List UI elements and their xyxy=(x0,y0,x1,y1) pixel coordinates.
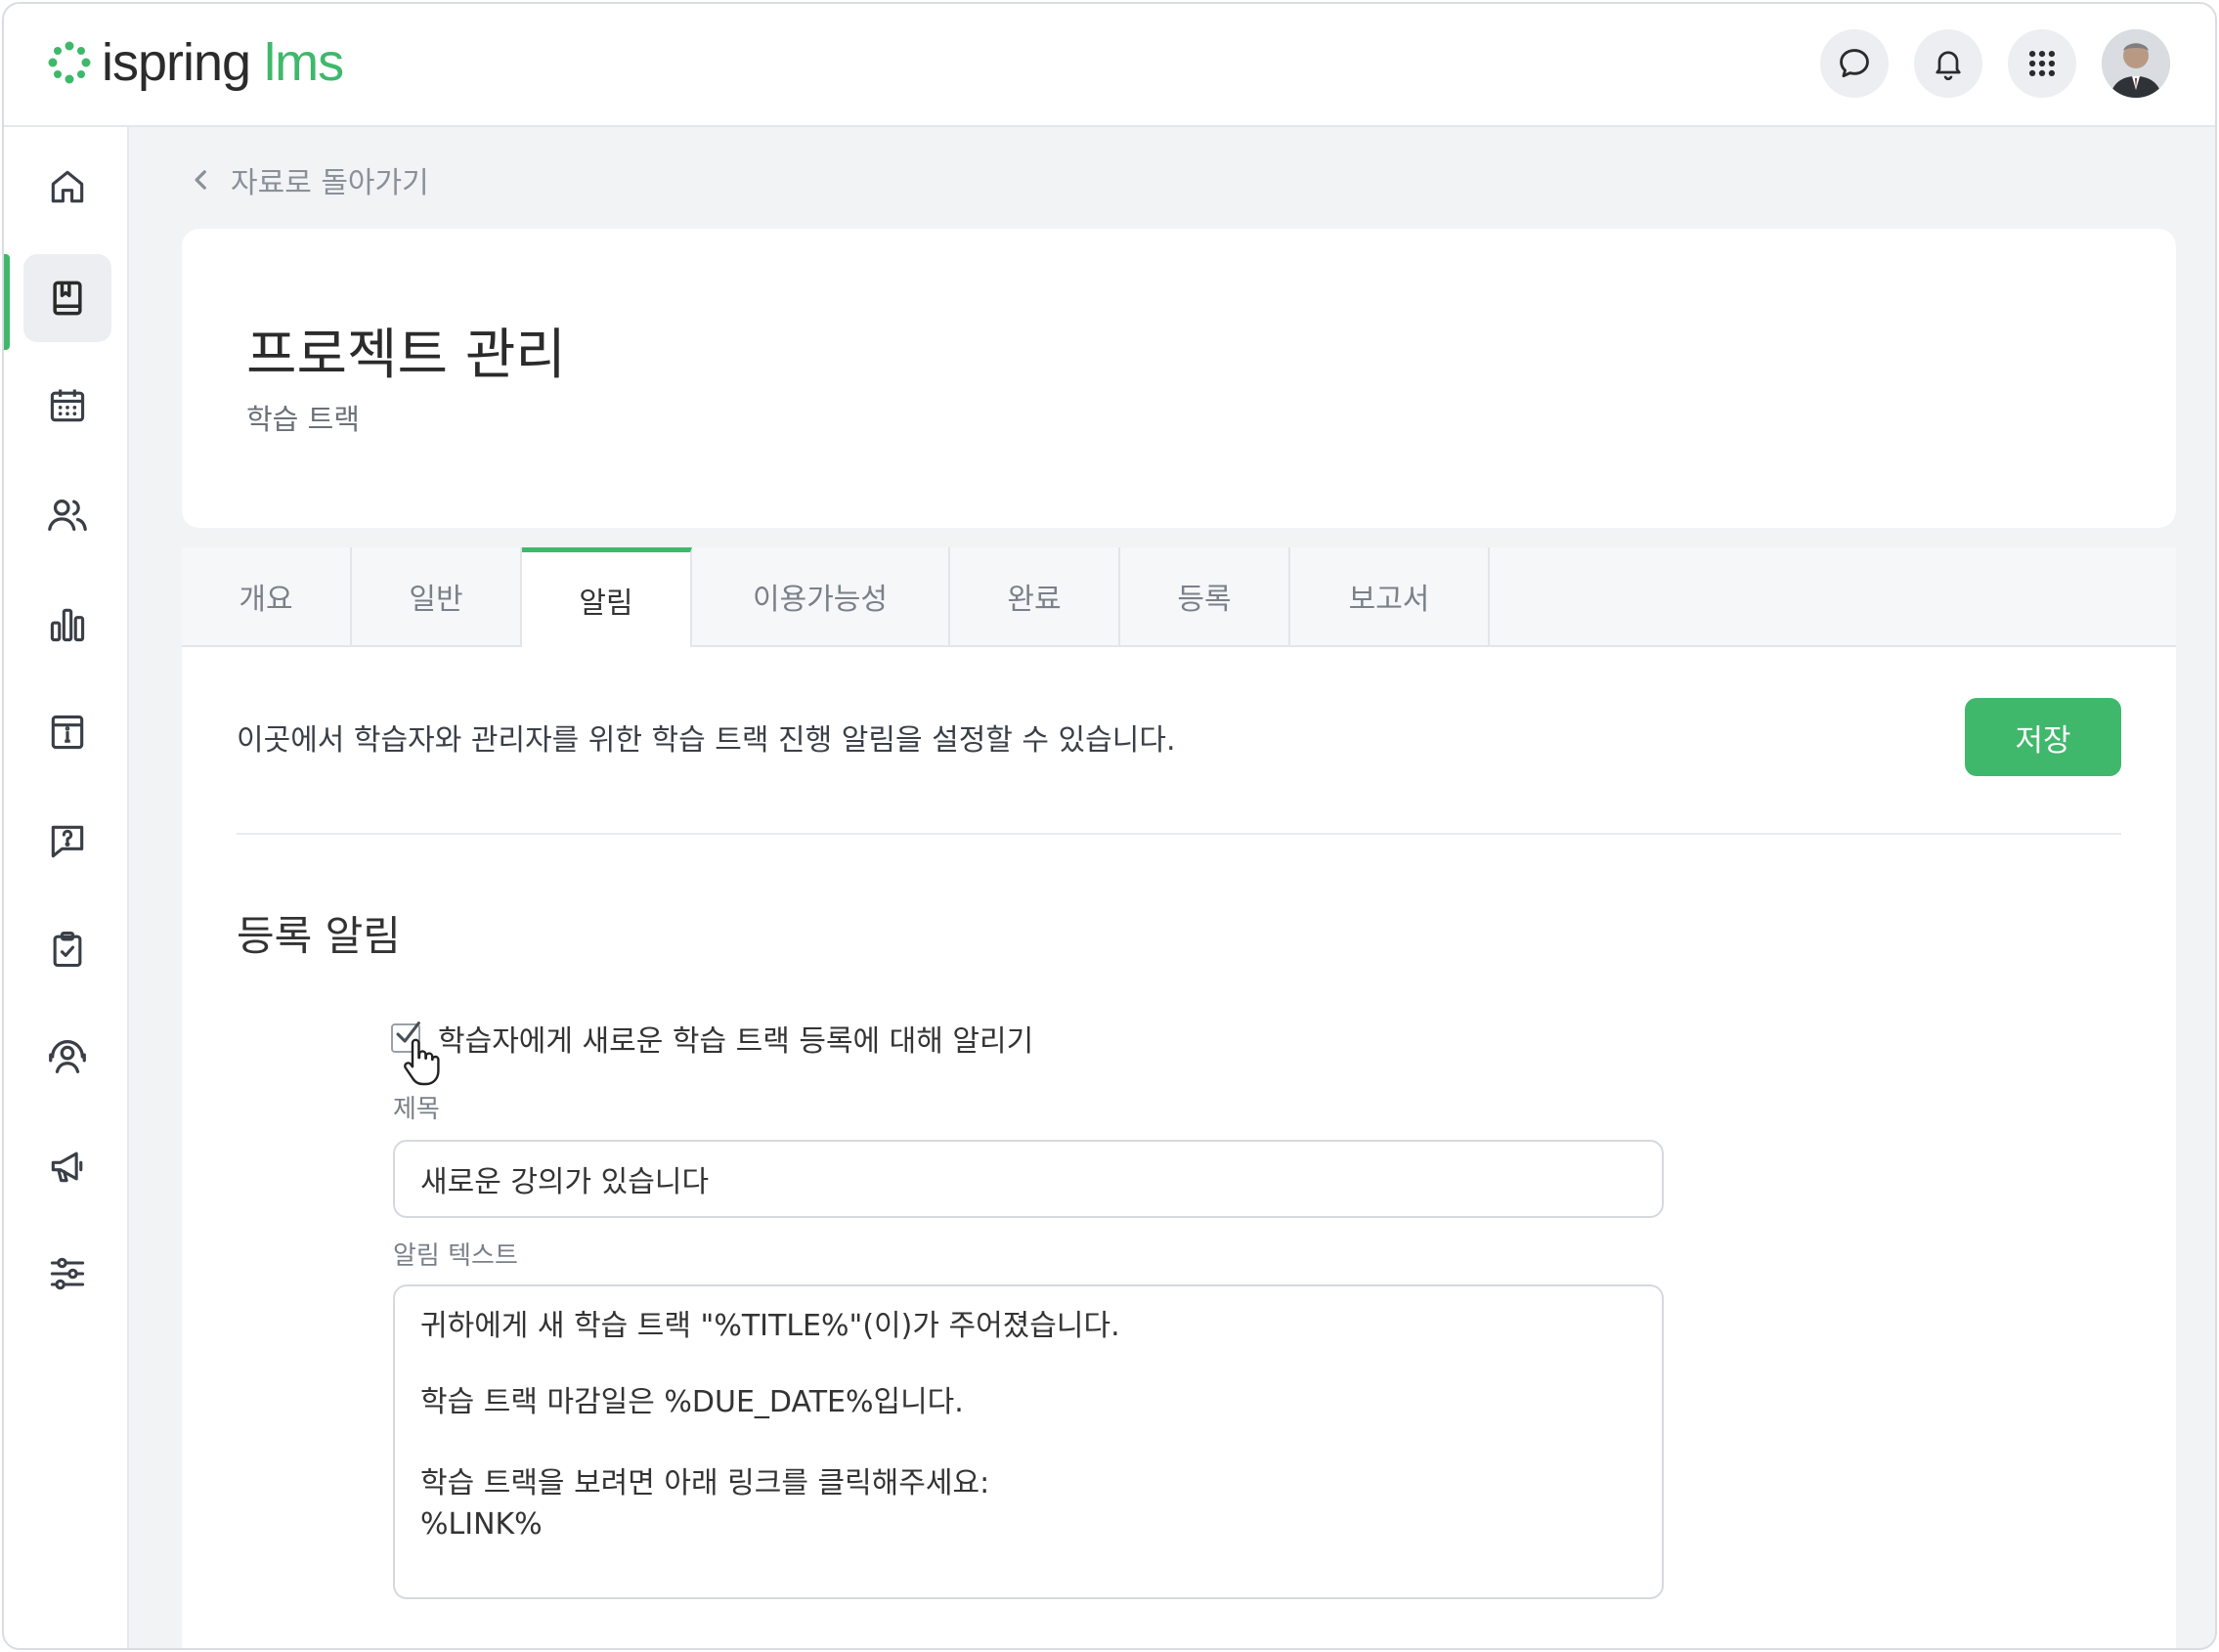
sidebar-item-home[interactable] xyxy=(23,143,111,231)
sidebar-item-help[interactable] xyxy=(23,798,111,886)
hand-cursor-icon xyxy=(404,1038,440,1086)
body-line: 학습 트랙을 보려면 아래 링크를 클릭해주세요: xyxy=(420,1466,990,1500)
clipboard-check-icon xyxy=(53,931,82,968)
page-subtitle: 학습 트랙 xyxy=(246,403,360,436)
apps-button[interactable] xyxy=(2008,29,2076,98)
help-chat-icon xyxy=(51,825,84,858)
tab-label: 개요 xyxy=(239,583,293,617)
tab-label: 등록 xyxy=(1177,583,1232,617)
chat-button[interactable] xyxy=(1820,29,1889,98)
subject-input[interactable]: 새로운 강의가 있습니다 xyxy=(393,1140,1664,1218)
megaphone-icon xyxy=(51,1152,83,1183)
header-card: 프로젝트 관리 학습 트랙 xyxy=(182,229,2176,528)
home-icon xyxy=(51,170,84,203)
calendar-icon xyxy=(50,389,85,422)
tab-availability[interactable]: 이용가능성 xyxy=(692,547,950,645)
tab-bar: 개요 일반 알림 이용가능성 완료 등록 보고서 xyxy=(182,547,2176,647)
sidebar-item-support[interactable] xyxy=(23,1013,111,1101)
subject-label: 제목 xyxy=(393,1095,440,1124)
bar-chart-icon xyxy=(50,608,85,642)
body-line: 학습 트랙 마감일은 %DUE_DATE%입니다. xyxy=(420,1385,964,1419)
save-button[interactable]: 저장 xyxy=(1965,698,2121,776)
tab-notifications[interactable]: 알림 xyxy=(522,547,692,647)
book-icon xyxy=(53,281,82,316)
notifications-intro: 이곳에서 학습자와 관리자를 위한 학습 트랙 진행 알림을 설정할 수 있습니… xyxy=(237,723,1176,758)
users-icon xyxy=(48,499,87,532)
body-line xyxy=(420,1347,1636,1382)
divider xyxy=(237,833,2121,835)
tab-label: 알림 xyxy=(579,586,633,621)
bell-icon xyxy=(1936,51,1961,81)
tab-completion[interactable]: 완료 xyxy=(950,547,1120,645)
tab-general[interactable]: 일반 xyxy=(352,547,522,645)
sidebar-item-announcements[interactable] xyxy=(23,1122,111,1210)
logo[interactable]: ispring lms xyxy=(45,33,344,92)
tab-label: 보고서 xyxy=(1348,583,1430,617)
notify-learner-option[interactable]: 학습자에게 새로운 학습 트랙 등록에 대해 알리기 xyxy=(391,1017,1033,1060)
sliders-icon xyxy=(50,1257,85,1290)
body-line xyxy=(420,1423,1636,1458)
sidebar-item-users[interactable] xyxy=(23,471,111,559)
active-indicator xyxy=(4,254,10,350)
user-avatar[interactable] xyxy=(2102,29,2170,98)
page-title: 프로젝트 관리 xyxy=(246,324,566,387)
sidebar-item-content[interactable] xyxy=(23,254,111,342)
notifications-button[interactable] xyxy=(1914,29,1982,98)
sidebar-item-calendar[interactable] xyxy=(23,362,111,450)
body-line: %LINK% xyxy=(420,1507,543,1542)
section-title: 등록 알림 xyxy=(237,912,401,960)
tab-enrollment[interactable]: 등록 xyxy=(1120,547,1290,645)
back-link-label: 자료로 돌아가기 xyxy=(231,166,429,200)
tab-label: 일반 xyxy=(409,583,463,617)
tab-overview[interactable]: 개요 xyxy=(182,547,352,645)
sidebar-item-assignments[interactable] xyxy=(23,905,111,993)
tab-reports[interactable]: 보고서 xyxy=(1290,547,1490,645)
apps-grid-icon xyxy=(2028,50,2056,77)
tab-label: 이용가능성 xyxy=(753,583,888,617)
subject-value: 새로운 강의가 있습니다 xyxy=(420,1165,710,1199)
notification-text-area[interactable]: 귀하에게 새 학습 트랙 "%TITLE%"(이)가 주어졌습니다. 학습 트랙… xyxy=(393,1284,1664,1599)
body-line: 귀하에게 새 학습 트랙 "%TITLE%"(이)가 주어졌습니다. xyxy=(420,1309,1120,1343)
logo-text: ispring xyxy=(102,33,251,92)
top-bar: ispring lms xyxy=(4,4,2215,127)
sidebar xyxy=(4,127,129,1648)
logo-mark-icon xyxy=(48,41,91,84)
sidebar-item-reports[interactable] xyxy=(23,581,111,669)
chat-icon xyxy=(1840,49,1869,78)
body-label: 알림 텍스트 xyxy=(393,1241,518,1271)
user-photo-icon xyxy=(2102,29,2170,98)
content-card: 개요 일반 알림 이용가능성 완료 등록 보고서 이곳에서 학습자와 관리자를 … xyxy=(182,547,2176,1648)
tab-label: 완료 xyxy=(1007,583,1062,617)
sidebar-item-settings[interactable] xyxy=(23,1230,111,1318)
top-actions xyxy=(1820,29,2170,98)
logo-suffix: lms xyxy=(264,33,344,92)
back-link[interactable]: 자료로 돌아가기 xyxy=(192,158,429,201)
chevron-left-icon xyxy=(195,170,206,190)
app-window: ispring lms 자료로 돌아가기 프로젝트 관리 학습 트랙 개요 일반… xyxy=(2,2,2217,1650)
info-box-icon xyxy=(51,715,84,750)
sidebar-item-info[interactable] xyxy=(23,688,111,776)
notify-learner-label: 학습자에게 새로운 학습 트랙 등록에 대해 알리기 xyxy=(438,1024,1034,1059)
support-person-icon xyxy=(49,1040,86,1073)
